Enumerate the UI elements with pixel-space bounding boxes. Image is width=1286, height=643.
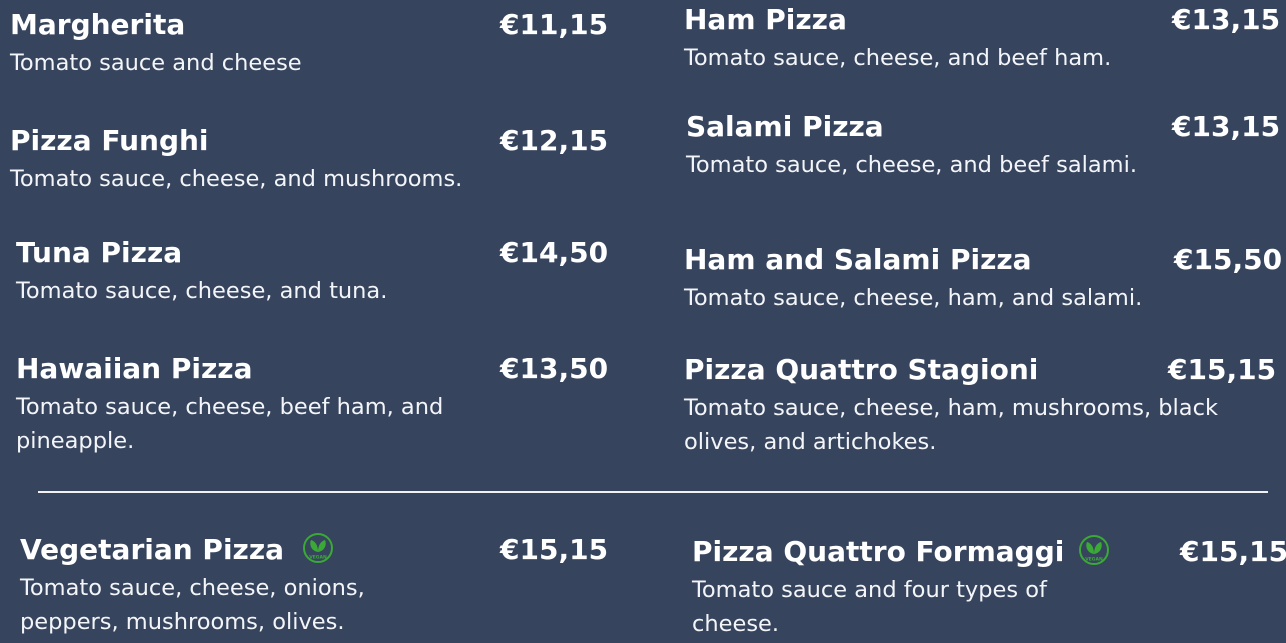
item-description: Tomato sauce, cheese, and beef salami. — [686, 152, 1137, 178]
item-description: Tomato sauce and cheese — [10, 50, 302, 76]
item-price: €15,15 — [1168, 353, 1277, 386]
item-price: €13,15 — [1172, 110, 1281, 143]
item-price: €12,15 — [500, 124, 609, 157]
vegan-leaf-icon: VEGAN — [302, 532, 334, 564]
item-name-row: Vegetarian Pizza VEGAN — [20, 533, 334, 567]
item-description: Tomato sauce, cheese, onions, peppers, m… — [20, 575, 365, 635]
item-description: Tomato sauce, cheese, ham, and salami. — [684, 285, 1143, 311]
item-price: €15,15 — [500, 533, 609, 566]
item-name: Vegetarian Pizza — [20, 533, 285, 566]
item-price: €14,50 — [500, 236, 609, 269]
item-name: Ham and Salami Pizza — [684, 243, 1032, 276]
item-description: Tomato sauce, cheese, and tuna. — [16, 278, 388, 304]
item-description: Tomato sauce, cheese, and beef ham. — [684, 45, 1112, 71]
item-price: €15,15 — [1180, 535, 1286, 568]
item-price: €13,50 — [500, 352, 609, 385]
section-divider — [38, 491, 1268, 493]
menu-item-margherita: Margherita €11,15 Tomato sauce and chees… — [10, 8, 608, 88]
menu-item-pizza-funghi: Pizza Funghi €12,15 Tomato sauce, cheese… — [10, 124, 608, 204]
item-description: Tomato sauce and four types of cheese. — [692, 577, 1047, 637]
item-name: Hawaiian Pizza — [16, 352, 253, 385]
menu-item-pizza-quattro-stagioni: Pizza Quattro Stagioni €15,15 Tomato sau… — [684, 353, 1276, 473]
svg-text:VEGAN: VEGAN — [1086, 557, 1104, 563]
menu-item-ham-pizza: Ham Pizza €13,15 Tomato sauce, cheese, a… — [684, 3, 1280, 83]
item-description: Tomato sauce, cheese, ham, mushrooms, bl… — [684, 395, 1218, 455]
item-price: €13,15 — [1172, 3, 1281, 36]
item-name: Pizza Funghi — [10, 124, 209, 157]
item-name: Margherita — [10, 8, 186, 41]
menu-item-ham-and-salami-pizza: Ham and Salami Pizza €15,50 Tomato sauce… — [684, 243, 1282, 323]
vegan-leaf-icon: VEGAN — [1078, 534, 1110, 566]
item-description: Tomato sauce, cheese, beef ham, and pine… — [16, 394, 444, 454]
item-name: Salami Pizza — [686, 110, 884, 143]
menu-item-tuna-pizza: Tuna Pizza €14,50 Tomato sauce, cheese, … — [16, 236, 608, 316]
menu-item-vegetarian-pizza: Vegetarian Pizza VEGAN €15,15 Tomato sau… — [20, 533, 608, 643]
item-name: Pizza Quattro Stagioni — [684, 353, 1039, 386]
svg-text:VEGAN: VEGAN — [309, 555, 327, 561]
item-name: Tuna Pizza — [16, 236, 183, 269]
item-price: €11,15 — [500, 8, 609, 41]
menu-item-pizza-quattro-formaggi: Pizza Quattro Formaggi VEGAN €15,15 Toma… — [692, 535, 1286, 643]
menu-item-hawaiian-pizza: Hawaiian Pizza €13,50 Tomato sauce, chee… — [16, 352, 608, 472]
item-name: Ham Pizza — [684, 3, 847, 36]
item-name: Pizza Quattro Formaggi — [692, 535, 1065, 568]
item-price: €15,50 — [1174, 243, 1283, 276]
menu-item-salami-pizza: Salami Pizza €13,15 Tomato sauce, cheese… — [686, 110, 1280, 190]
item-description: Tomato sauce, cheese, and mushrooms. — [10, 166, 463, 192]
item-name-row: Pizza Quattro Formaggi VEGAN — [692, 535, 1110, 569]
